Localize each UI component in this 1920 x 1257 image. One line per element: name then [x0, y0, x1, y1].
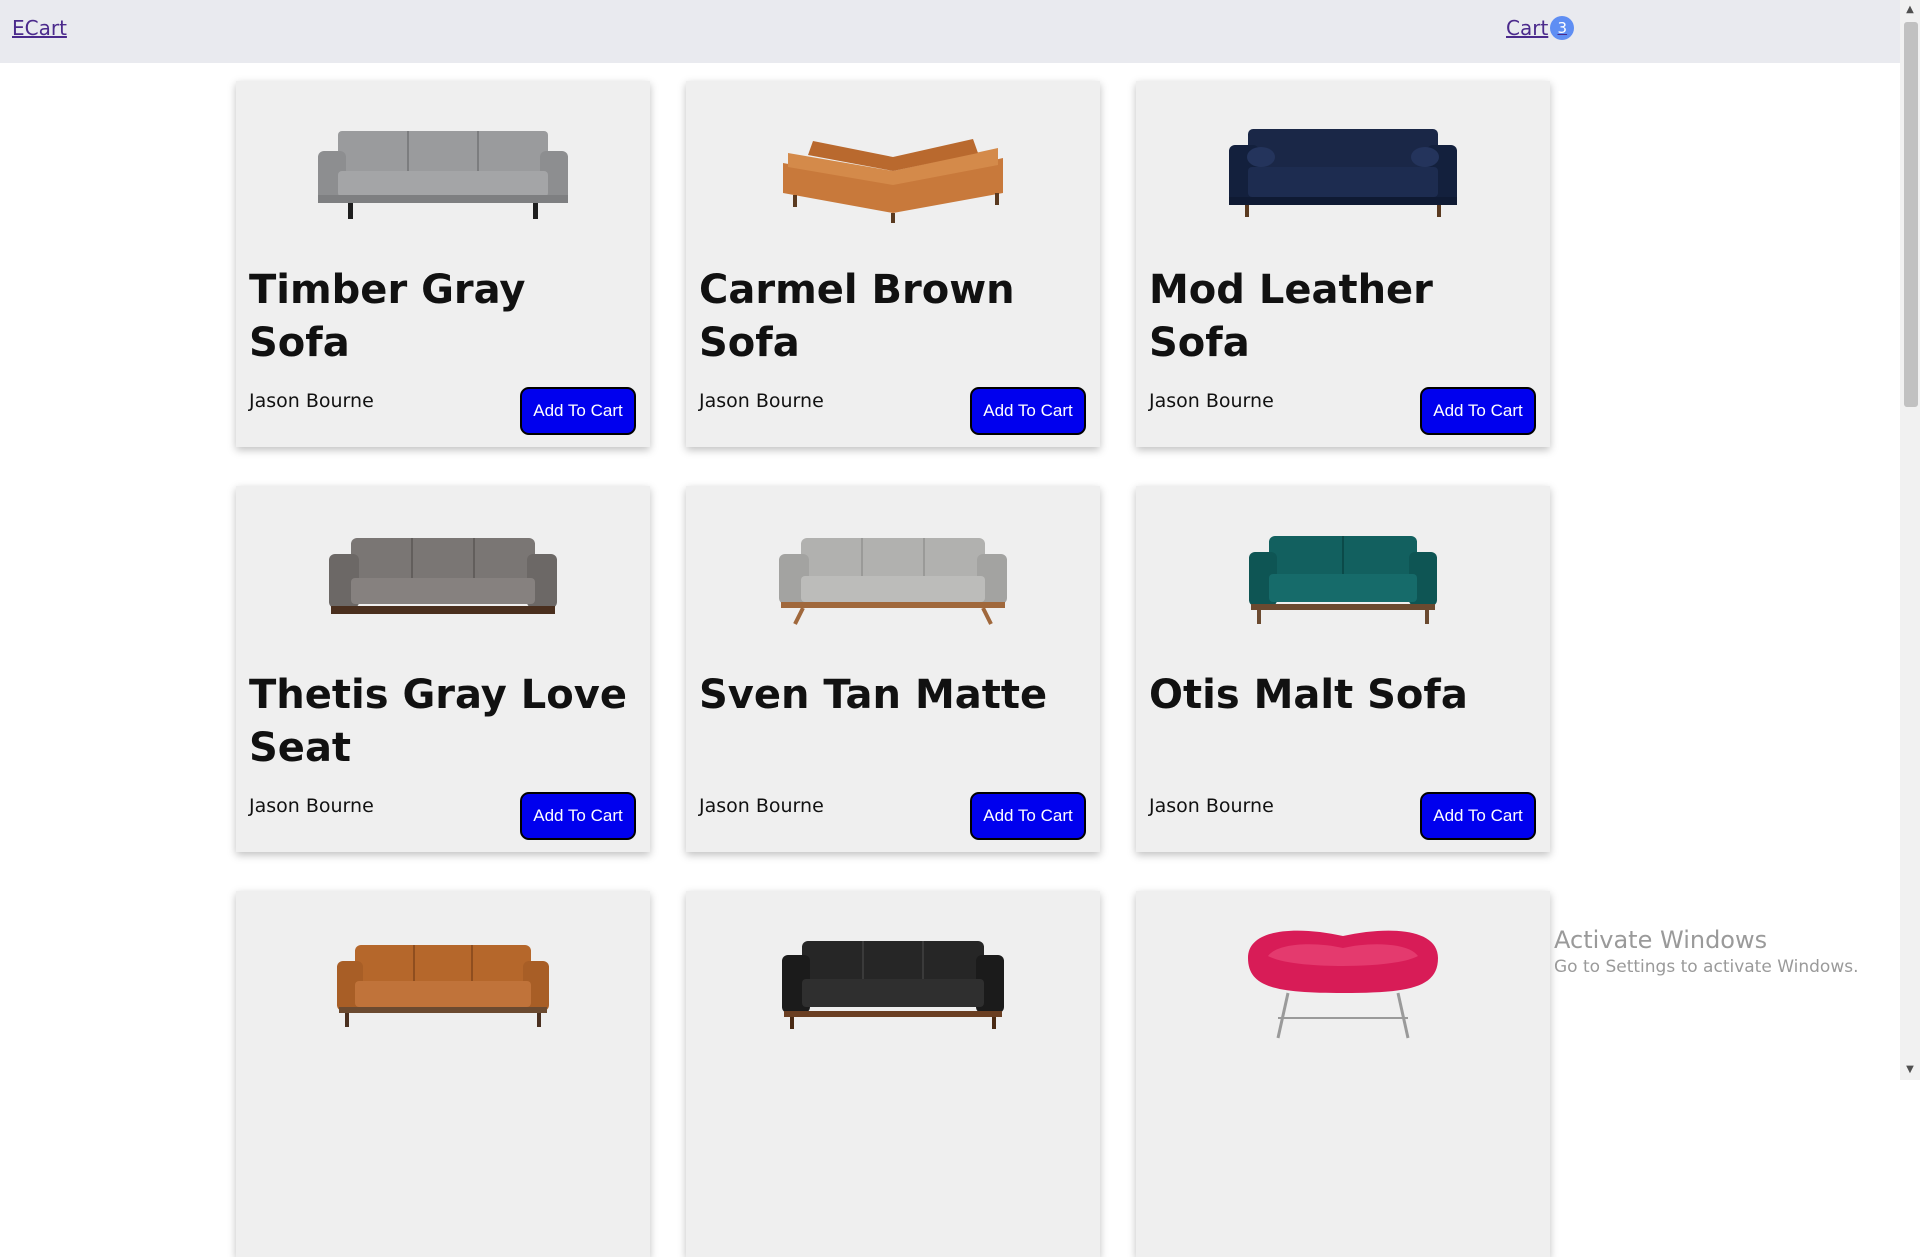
cart-label: Cart — [1506, 16, 1549, 40]
product-title: Thetis Gray Love Seat — [249, 672, 627, 771]
product-card: Thetis Gray Love Seat Jason Bourne Add T… — [236, 486, 650, 852]
add-to-cart-button[interactable]: Add To Cart — [970, 792, 1086, 840]
add-to-cart-button[interactable]: Add To Cart — [1420, 792, 1536, 840]
add-to-cart-button[interactable]: Add To Cart — [520, 792, 636, 840]
product-author: Jason Bourne — [1149, 390, 1274, 412]
product-card — [1136, 891, 1550, 1257]
black-leather-sofa-image — [782, 941, 1004, 1029]
product-author: Jason Bourne — [249, 795, 374, 817]
gray-sofa-image — [318, 131, 568, 219]
product-image — [236, 913, 650, 1053]
product-card: Otis Malt Sofa Jason Bourne Add To Cart — [1136, 486, 1550, 852]
product-image — [686, 913, 1100, 1053]
teal-loveseat-image — [1249, 536, 1437, 624]
watermark-title: Activate Windows — [1554, 926, 1768, 954]
vertical-scrollbar[interactable]: ▲ ▼ — [1900, 0, 1920, 1080]
product-author: Jason Bourne — [699, 390, 824, 412]
product-image — [236, 508, 650, 648]
product-author: Jason Bourne — [1149, 795, 1274, 817]
brand-link[interactable]: ECart — [12, 16, 67, 40]
tan-leather-sofa-image — [337, 945, 549, 1027]
product-grid: Timber Gray Sofa Jason Bourne Add To Car… — [236, 81, 1552, 1257]
product-image — [686, 508, 1100, 648]
add-to-cart-button[interactable]: Add To Cart — [520, 387, 636, 435]
add-to-cart-button[interactable]: Add To Cart — [1420, 387, 1536, 435]
product-card — [686, 891, 1100, 1257]
cart-count-badge: 3 — [1550, 16, 1575, 40]
pink-egg-sofa-image — [1248, 930, 1438, 1039]
light-gray-sofa-image — [779, 538, 1007, 625]
gray-loveseat-image — [329, 538, 557, 614]
add-to-cart-button[interactable]: Add To Cart — [970, 387, 1086, 435]
scroll-down-arrow-icon[interactable]: ▼ — [1904, 1064, 1916, 1076]
product-card: Sven Tan Matte Jason Bourne Add To Cart — [686, 486, 1100, 852]
product-image — [1136, 103, 1550, 243]
product-image — [1136, 508, 1550, 648]
product-card: Timber Gray Sofa Jason Bourne Add To Car… — [236, 81, 650, 447]
product-title: Sven Tan Matte — [699, 672, 1048, 718]
product-card — [236, 891, 650, 1257]
product-title: Timber Gray Sofa — [249, 267, 526, 366]
navy-sofa-image — [1229, 129, 1457, 217]
product-title: Mod Leather Sofa — [1149, 267, 1433, 366]
watermark-subtitle: Go to Settings to activate Windows. — [1554, 957, 1859, 977]
scrollbar-thumb[interactable] — [1904, 22, 1918, 407]
product-card: Mod Leather Sofa Jason Bourne Add To Car… — [1136, 81, 1550, 447]
top-navbar: ECart Cart 3 — [0, 0, 1900, 63]
product-title: Otis Malt Sofa — [1149, 672, 1468, 718]
product-card: Carmel Brown Sofa Jason Bourne Add To Ca… — [686, 81, 1100, 447]
product-author: Jason Bourne — [249, 390, 374, 412]
product-author: Jason Bourne — [699, 795, 824, 817]
windows-activation-watermark: Activate Windows Go to Settings to activ… — [1554, 924, 1859, 978]
product-image — [1136, 913, 1550, 1053]
product-image — [686, 103, 1100, 243]
scroll-up-arrow-icon[interactable]: ▲ — [1904, 4, 1916, 16]
product-image — [236, 103, 650, 243]
product-title: Carmel Brown Sofa — [699, 267, 1015, 366]
brown-sectional-image — [783, 139, 1003, 223]
cart-link[interactable]: Cart 3 — [1506, 16, 1575, 40]
